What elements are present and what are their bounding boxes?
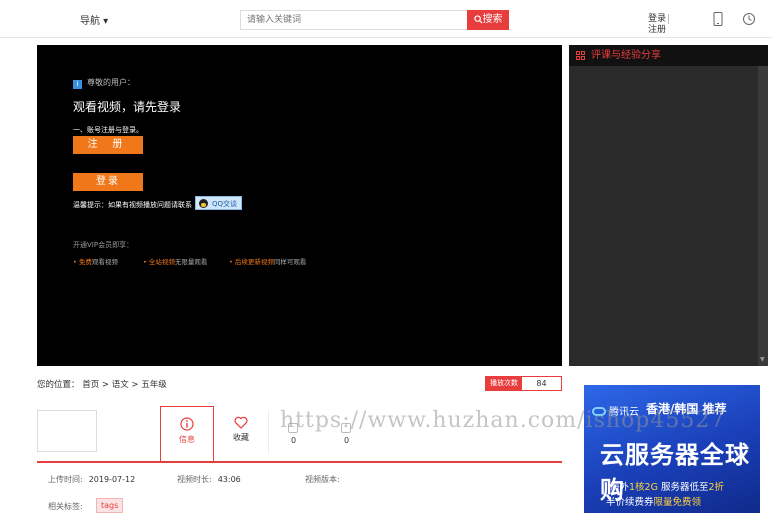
tab-favorite[interactable]: 收藏 (214, 406, 268, 462)
upload-time: 上传时间: 2019-07-12 (48, 475, 136, 484)
video-duration: 视频时长: 43:06 (177, 475, 241, 484)
info-circle-icon (180, 417, 194, 431)
tab-favorite-label: 收藏 (233, 433, 249, 442)
video-player: i 尊敬的用户： 观看视频，请先登录 一、账号注册与登录。 注 册 登录 温馨提示… (37, 45, 562, 366)
vip-heading: 开通VIP会员即享： (73, 241, 134, 249)
tab-info-label: 信息 (179, 435, 195, 444)
login-links: 登录 注册 (648, 14, 666, 36)
ad-banner[interactable]: 腾讯云 香港/韩国 推荐 云服务器全球购 海外1核2G 服务器低至2折 半价续费… (584, 385, 760, 513)
play-count-value: 84 (536, 379, 547, 388)
vip-perk: • 后续更新视频同样可观看 (229, 258, 307, 266)
search-icon (473, 15, 483, 24)
panel-divider (37, 461, 562, 463)
player-register-button[interactable]: 注 册 (73, 136, 143, 154)
nav-menu[interactable]: 导航 ▾ (80, 12, 108, 27)
side-panel-title: 评课与经验分享 (591, 50, 661, 61)
watermark: https://www.huzhan.com/ishop45527 (280, 408, 726, 433)
hint-text: 温馨提示：如果有视频播放问题请联系 (73, 201, 192, 209)
tab-info[interactable]: 信息 (160, 406, 214, 462)
qq-icon (199, 199, 208, 208)
video-version: 视频版本: (305, 475, 340, 484)
login-link[interactable]: 登录 (648, 14, 666, 25)
search-button-label: 搜索 (482, 14, 503, 25)
player-login-title: 观看视频，请先登录 (73, 100, 182, 114)
scroll-down-icon[interactable]: ▼ (760, 356, 765, 363)
side-scrollbar[interactable]: ▼ (758, 66, 768, 366)
history-icon[interactable] (742, 12, 756, 26)
side-panel-header[interactable]: 评课与经验分享 (569, 45, 768, 66)
greeting-text: 尊敬的用户： (87, 78, 135, 87)
qq-button-label: QQ交谈 (212, 200, 238, 208)
play-count: 播放次数 84 (485, 376, 562, 391)
breadcrumb: 您的位置： 首页 > 语文 > 五年级 (37, 380, 167, 390)
search-button[interactable]: 搜索 (467, 10, 509, 30)
step-text: 一、账号注册与登录。 (73, 126, 143, 134)
ad-offer-line: 海外1核2G 服务器低至2折 (610, 482, 725, 493)
play-count-label: 播放次数 (486, 377, 522, 390)
top-header: 导航 ▾ 搜索 登录 注册 (0, 0, 772, 38)
video-thumbnail (37, 410, 97, 452)
search-input[interactable] (240, 10, 468, 30)
tags-label: 相关标签: (48, 502, 83, 511)
info-icon: i (73, 80, 82, 89)
player-login-button[interactable]: 登录 (73, 173, 143, 191)
greeting-line: i 尊敬的用户： (73, 77, 135, 89)
vip-perk: • 全站视频无限量观看 (143, 258, 208, 266)
stat-value: 0 (344, 436, 350, 445)
header-divider (668, 14, 669, 24)
qq-chat-button[interactable]: QQ交谈 (195, 196, 243, 210)
review-side-panel: 评课与经验分享 ▼ (569, 45, 768, 366)
grid-icon (576, 51, 585, 60)
divider (268, 410, 269, 454)
mobile-icon[interactable] (713, 12, 723, 26)
vip-perk: • 免费观看视频 (73, 258, 118, 266)
heart-icon (234, 416, 248, 429)
register-link[interactable]: 注册 (648, 25, 666, 36)
ad-coupon-line: 半价续费券限量免费领 (606, 497, 702, 508)
tag-chip[interactable]: tags (96, 498, 124, 513)
stat-value: 0 (291, 436, 297, 445)
